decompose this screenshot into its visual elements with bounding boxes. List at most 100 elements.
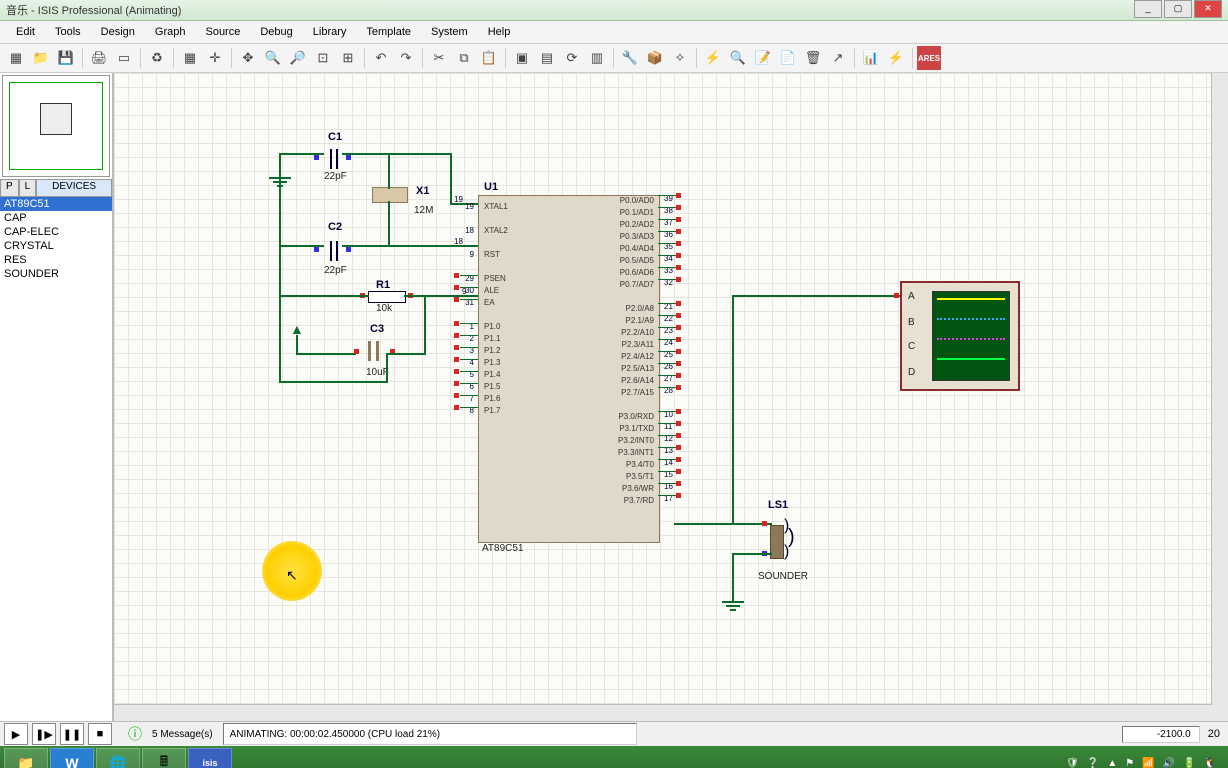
list-item[interactable]: RES [0,253,112,267]
tray-volume-icon[interactable]: 🔊 [1163,758,1175,768]
zoom-out-icon[interactable]: 🔎 [286,46,310,70]
delete-sheet-icon[interactable]: 🗑 [801,46,825,70]
taskbar: 📁 W 🌐 🖩 isis 🛡 ❔ ▲ ⚑ 📶 🔊 🔋 🐧 [0,746,1228,768]
tray-shield-icon[interactable]: 🛡 [1066,758,1079,768]
zoom-area-icon[interactable]: ⊞ [336,46,360,70]
schematic-canvas[interactable]: C1 22pF C2 22pF X1 12M 19 18 [113,73,1228,721]
list-item[interactable]: CAP-ELEC [0,225,112,239]
zoom-all-icon[interactable]: ⊡ [311,46,335,70]
new-sheet-icon[interactable]: 📄 [776,46,800,70]
crystal-x1[interactable] [372,187,408,203]
scope-ch-d: D [908,367,915,378]
pin-label: P1.6 [484,393,508,405]
pick-icon[interactable]: 🔧 [618,46,642,70]
grid-icon[interactable]: ▦ [178,46,202,70]
menu-source[interactable]: Source [195,23,250,41]
taskbar-explorer-icon[interactable]: 📁 [4,748,48,768]
zoom-in-icon[interactable]: 🔍 [261,46,285,70]
exit-sheet-icon[interactable]: ↗ [826,46,850,70]
property-icon[interactable]: 📝 [751,46,775,70]
overview-window[interactable] [2,75,110,177]
menu-library[interactable]: Library [303,23,357,41]
scrollbar-horizontal[interactable] [114,704,1212,721]
menu-system[interactable]: System [421,23,478,41]
close-button[interactable]: ✕ [1194,0,1222,18]
area-icon[interactable]: ▭ [112,46,136,70]
pin-label: P2.7/A15 [606,387,654,399]
list-item[interactable]: AT89C51 [0,197,112,211]
block-copy-icon[interactable]: ▣ [510,46,534,70]
decompose-icon[interactable]: ✧ [668,46,692,70]
system-tray[interactable]: 🛡 ❔ ▲ ⚑ 📶 🔊 🔋 🐧 [1066,758,1224,768]
maximize-button[interactable]: ▢ [1164,0,1192,18]
cursor-icon: ↖ [286,567,298,584]
pin-label: XTAL1 [484,201,508,213]
oscilloscope[interactable]: A B C D [900,281,1020,391]
save-icon[interactable]: 💾 [54,46,78,70]
search-icon[interactable]: 🔍 [726,46,750,70]
tab-p[interactable]: P [0,179,19,197]
pan-icon[interactable]: ✥ [236,46,260,70]
pin-label: P0.6/AD6 [606,267,654,279]
capacitor-c2[interactable] [322,241,342,261]
sounder-ls1[interactable]: ) ) ) [770,517,800,565]
x1-ref: X1 [416,185,429,197]
block-delete-icon[interactable]: ▥ [585,46,609,70]
print-icon[interactable]: 🖨 [87,46,111,70]
wire-auto-icon[interactable]: ⚡ [701,46,725,70]
taskbar-isis-icon[interactable]: isis [188,748,232,768]
step-button[interactable]: ❚▶ [32,723,56,745]
block-move-icon[interactable]: ▤ [535,46,559,70]
menu-tools[interactable]: Tools [45,23,91,41]
menu-debug[interactable]: Debug [250,23,302,41]
undo-icon[interactable]: ↶ [369,46,393,70]
paste-icon[interactable]: 📋 [477,46,501,70]
menu-design[interactable]: Design [91,23,145,41]
resistor-r1[interactable] [368,291,406,303]
tray-qq-icon[interactable]: 🐧 [1204,758,1216,768]
tray-help-icon[interactable]: ❔ [1087,758,1099,768]
pin-label [606,399,654,411]
device-list[interactable]: AT89C51 CAP CAP-ELEC CRYSTAL RES SOUNDER [0,197,112,721]
taskbar-wps-icon[interactable]: W [50,748,94,768]
copy-icon[interactable]: ⧉ [452,46,476,70]
taskbar-calc-icon[interactable]: 🖩 [142,748,186,768]
pin-label [484,261,508,273]
menu-graph[interactable]: Graph [145,23,196,41]
block-rotate-icon[interactable]: ⟳ [560,46,584,70]
tray-flag-icon[interactable]: ⚑ [1125,758,1134,768]
menu-template[interactable]: Template [356,23,421,41]
pause-button[interactable]: ❚❚ [60,723,84,745]
tray-battery-icon[interactable]: 🔋 [1183,758,1195,768]
scrollbar-vertical[interactable] [1211,73,1228,721]
capacitor-c3[interactable] [362,341,386,361]
open-icon[interactable]: 📁 [29,46,53,70]
tab-l[interactable]: L [19,179,37,197]
minimize-button[interactable]: _ [1134,0,1162,18]
message-count[interactable]: 5 Message(s) [146,724,219,744]
pin-label: P3.1/TXD [606,423,654,435]
pin-label [454,309,474,321]
play-button[interactable]: ▶ [4,723,28,745]
pin-label: P0.0/AD0 [606,195,654,207]
menu-help[interactable]: Help [478,23,521,41]
coord-readout: -2100.0 [1122,726,1200,743]
capacitor-c1[interactable] [322,149,342,169]
menu-edit[interactable]: Edit [6,23,45,41]
list-item[interactable]: SOUNDER [0,267,112,281]
stop-button[interactable]: ■ [88,723,112,745]
netlist-icon[interactable]: ARES [917,46,941,70]
package-icon[interactable]: 📦 [643,46,667,70]
bom-icon[interactable]: 📊 [859,46,883,70]
new-icon[interactable]: ▦ [4,46,28,70]
tray-network-icon[interactable]: 📶 [1142,758,1154,768]
origin-icon[interactable]: ✛ [203,46,227,70]
erc-icon[interactable]: ⚡ [884,46,908,70]
cut-icon[interactable]: ✂ [427,46,451,70]
redo-icon[interactable]: ↷ [394,46,418,70]
refresh-icon[interactable]: ♻ [145,46,169,70]
taskbar-browser-icon[interactable]: 🌐 [96,748,140,768]
list-item[interactable]: CRYSTAL [0,239,112,253]
list-item[interactable]: CAP [0,211,112,225]
tray-up-icon[interactable]: ▲ [1107,758,1117,768]
